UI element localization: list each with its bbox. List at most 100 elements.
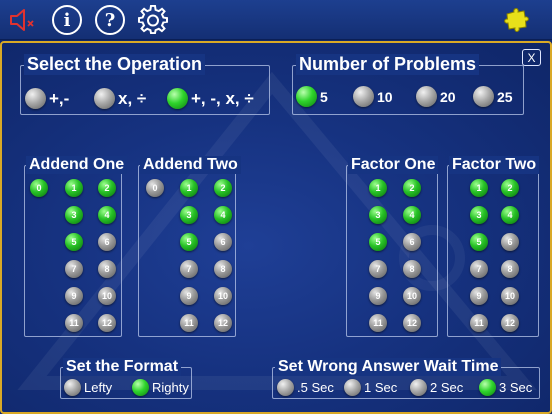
info-button[interactable]: i <box>51 4 83 36</box>
factor-two-number-3[interactable]: 3 <box>470 206 488 224</box>
format-option-righty[interactable]: Righty <box>132 379 189 396</box>
factor-one-number-4[interactable]: 4 <box>403 206 421 224</box>
addend-one-number-12[interactable]: 12 <box>98 314 116 332</box>
addend-two-number-2[interactable]: 2 <box>214 179 232 197</box>
speaker-muted-icon[interactable] <box>6 4 38 36</box>
addend-one-number-10[interactable]: 10 <box>98 287 116 305</box>
problems-option-20[interactable]: 20 <box>416 86 456 107</box>
addend-one-number-6[interactable]: 6 <box>98 233 116 251</box>
factor-two-number-11[interactable]: 11 <box>470 314 488 332</box>
addend-two-number-8[interactable]: 8 <box>214 260 232 278</box>
operation-option-all[interactable]: +, -, x, ÷ <box>167 88 254 109</box>
factor-one-number-5[interactable]: 5 <box>369 233 387 251</box>
option-label: 3 Sec <box>499 380 533 395</box>
factor-one-number-3[interactable]: 3 <box>369 206 387 224</box>
factor-one-number-10[interactable]: 10 <box>403 287 421 305</box>
factor-two-number-10[interactable]: 10 <box>501 287 519 305</box>
operation-option-add-sub[interactable]: +,- <box>25 88 69 109</box>
addend-two-number-5[interactable]: 5 <box>180 233 198 251</box>
factor-one-number-1[interactable]: 1 <box>369 179 387 197</box>
addend-one-number-4[interactable]: 4 <box>98 206 116 224</box>
radio-ball <box>64 379 81 396</box>
addend-two-number-4[interactable]: 4 <box>214 206 232 224</box>
radio-ball <box>94 88 115 109</box>
radio-ball <box>344 379 361 396</box>
option-label: 10 <box>377 88 393 105</box>
addend-two-number-10[interactable]: 10 <box>214 287 232 305</box>
factor-two-number-2[interactable]: 2 <box>501 179 519 197</box>
radio-ball <box>353 86 374 107</box>
addend-two-title: Addend Two <box>140 156 241 174</box>
factor-one-number-12[interactable]: 12 <box>403 314 421 332</box>
factor-two-number-6[interactable]: 6 <box>501 233 519 251</box>
addend-two-number-7[interactable]: 7 <box>180 260 198 278</box>
factor-two-box: Factor Two <box>447 156 540 337</box>
factor-two-number-1[interactable]: 1 <box>470 179 488 197</box>
addend-one-number-2[interactable]: 2 <box>98 179 116 197</box>
addend-two-number-3[interactable]: 3 <box>180 206 198 224</box>
addend-one-number-7[interactable]: 7 <box>65 260 83 278</box>
addend-one-number-8[interactable]: 8 <box>98 260 116 278</box>
help-icon: ? <box>95 5 125 35</box>
operation-option-mul-div[interactable]: x, ÷ <box>94 88 146 109</box>
option-label: 20 <box>440 88 456 105</box>
factor-one-number-8[interactable]: 8 <box>403 260 421 278</box>
addend-two-number-12[interactable]: 12 <box>214 314 232 332</box>
wait-option-2-sec[interactable]: 2 Sec <box>410 379 463 396</box>
addend-one-number-0[interactable]: 0 <box>30 179 48 197</box>
problems-option-10[interactable]: 10 <box>353 86 393 107</box>
factor-two-number-12[interactable]: 12 <box>501 314 519 332</box>
addend-one-number-9[interactable]: 9 <box>65 287 83 305</box>
wait-time-title: Set Wrong Answer Wait Time <box>275 358 502 376</box>
problems-option-5[interactable]: 5 <box>296 86 328 107</box>
addend-one-number-5[interactable]: 5 <box>65 233 83 251</box>
addend-two-number-0[interactable]: 0 <box>146 179 164 197</box>
factor-two-number-7[interactable]: 7 <box>470 260 488 278</box>
format-title: Set the Format <box>63 358 182 376</box>
factor-two-number-5[interactable]: 5 <box>470 233 488 251</box>
factor-two-number-9[interactable]: 9 <box>470 287 488 305</box>
option-label: 5 <box>320 88 328 105</box>
factor-one-number-2[interactable]: 2 <box>403 179 421 197</box>
radio-ball <box>132 379 149 396</box>
help-button[interactable]: ? <box>94 4 126 36</box>
addend-two-number-11[interactable]: 11 <box>180 314 198 332</box>
puzzle-piece-icon[interactable] <box>500 4 532 36</box>
addend-one-number-11[interactable]: 11 <box>65 314 83 332</box>
addend-one-number-1[interactable]: 1 <box>65 179 83 197</box>
option-label: Righty <box>152 380 189 395</box>
addend-one-title: Addend One <box>26 156 128 174</box>
format-option-lefty[interactable]: Lefty <box>64 379 112 396</box>
option-label: 25 <box>497 88 513 105</box>
close-button[interactable]: X <box>522 49 541 66</box>
factor-one-title: Factor One <box>348 156 439 174</box>
gear-icon[interactable] <box>137 4 169 36</box>
radio-ball <box>410 379 427 396</box>
radio-ball <box>25 88 46 109</box>
problems-option-25[interactable]: 25 <box>473 86 513 107</box>
factor-one-number-6[interactable]: 6 <box>403 233 421 251</box>
problems-title: Number of Problems <box>296 54 480 75</box>
factor-one-number-9[interactable]: 9 <box>369 287 387 305</box>
wait-option-half-sec[interactable]: .5 Sec <box>277 379 334 396</box>
option-label: +,- <box>49 88 70 108</box>
addend-two-number-6[interactable]: 6 <box>214 233 232 251</box>
option-label: x, ÷ <box>118 88 147 108</box>
wait-option-3-sec[interactable]: 3 Sec <box>479 379 532 396</box>
settings-panel: X Select the Operation +,- x, ÷ +, -, x,… <box>0 41 552 414</box>
addend-two-number-1[interactable]: 1 <box>180 179 198 197</box>
factor-two-number-4[interactable]: 4 <box>501 206 519 224</box>
radio-ball <box>167 88 188 109</box>
info-icon: i <box>52 5 82 35</box>
option-label: +, -, x, ÷ <box>191 88 254 108</box>
wait-option-1-sec[interactable]: 1 Sec <box>344 379 397 396</box>
factor-one-number-11[interactable]: 11 <box>369 314 387 332</box>
addend-one-number-3[interactable]: 3 <box>65 206 83 224</box>
factor-two-number-8[interactable]: 8 <box>501 260 519 278</box>
radio-ball <box>479 379 496 396</box>
factor-one-box: Factor One <box>346 156 439 337</box>
addend-two-number-9[interactable]: 9 <box>180 287 198 305</box>
option-label: Lefty <box>84 380 113 395</box>
option-label: .5 Sec <box>297 380 334 395</box>
factor-one-number-7[interactable]: 7 <box>369 260 387 278</box>
